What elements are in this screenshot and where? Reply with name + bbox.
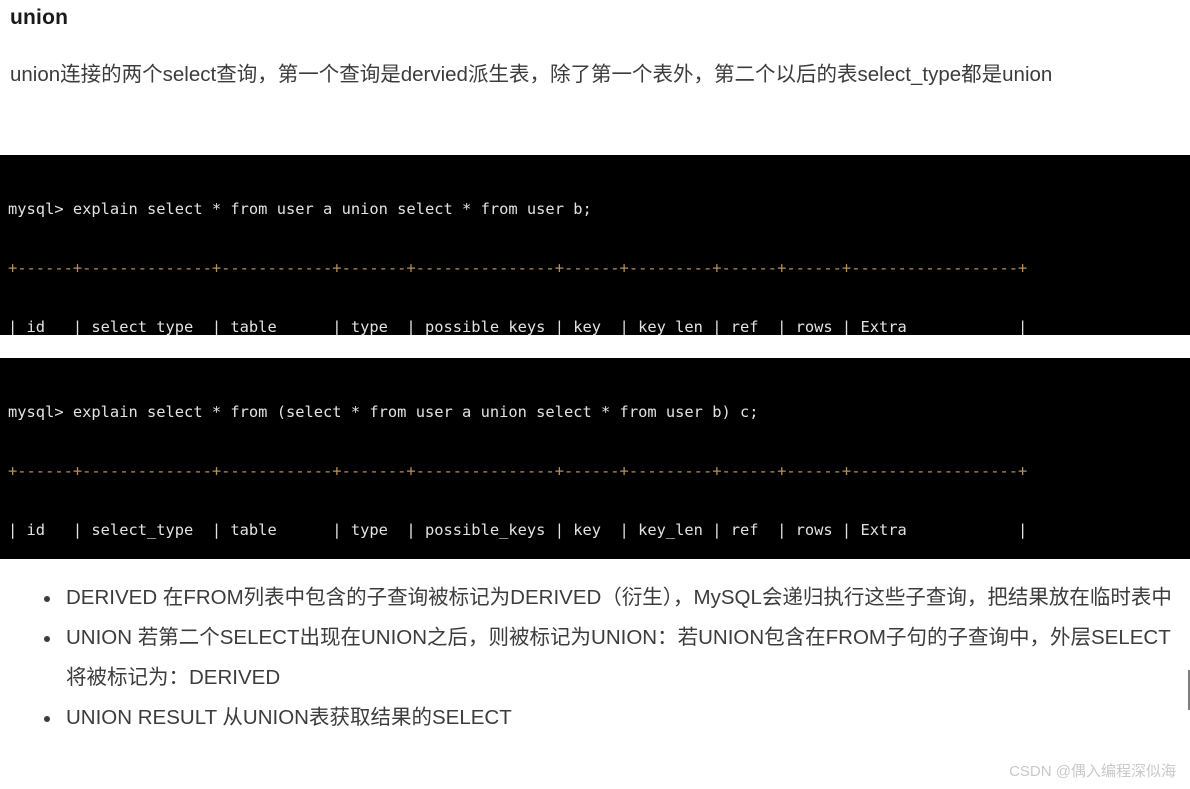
terminal-output-block-1: mysql> explain select * from user a unio… <box>0 155 1190 335</box>
terminal-rule-top: +------+--------------+------------+----… <box>8 258 1028 277</box>
terminal-prompt-line: mysql> explain select * from (select * f… <box>8 403 759 422</box>
intro-paragraph: union连接的两个select查询，第一个查询是dervied派生表，除了第一… <box>10 63 1053 86</box>
terminal-header-row: | id | select_type | table | type | poss… <box>8 317 1028 335</box>
explanation-bullet-list: DERIVED 在FROM列表中包含的子查询被标记为DERIVED（衍生），My… <box>0 578 1190 738</box>
list-item: UNION RESULT 从UNION表获取结果的SELECT <box>44 698 1190 738</box>
terminal-output-block-2: mysql> explain select * from (select * f… <box>0 358 1190 559</box>
csdn-watermark: CSDN @偶入编程深似海 <box>1009 763 1176 780</box>
terminal-prompt-line: mysql> explain select * from user a unio… <box>8 200 592 219</box>
list-item: DERIVED 在FROM列表中包含的子查询被标记为DERIVED（衍生），My… <box>44 578 1190 618</box>
terminal-header-row: | id | select_type | table | type | poss… <box>8 520 1028 539</box>
page-title: union <box>10 6 69 29</box>
terminal-rule-top: +------+--------------+------------+----… <box>8 461 1028 480</box>
list-item: UNION 若第二个SELECT出现在UNION之后，则被标记为UNION：若U… <box>44 618 1190 698</box>
